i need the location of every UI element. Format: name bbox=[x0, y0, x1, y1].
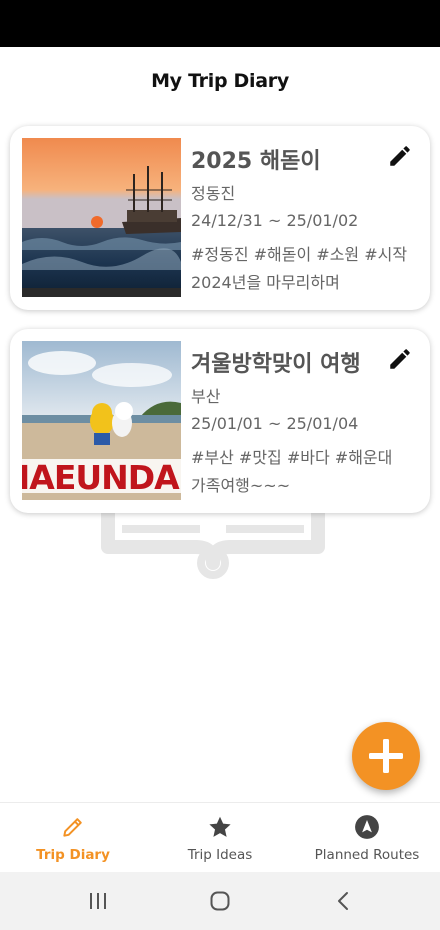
diary-memo: 가족여행~~~ bbox=[191, 476, 291, 495]
page-title: My Trip Diary bbox=[151, 70, 289, 92]
plus-icon bbox=[369, 739, 403, 773]
diary-dates: 25/01/01 ~ 25/01/04 bbox=[191, 414, 359, 433]
diary-photo-haeundae: IAEUNDAE bbox=[22, 341, 181, 500]
add-diary-button[interactable] bbox=[352, 722, 420, 790]
tab-trip-diary[interactable]: Trip Diary bbox=[18, 803, 128, 873]
diary-location: 부산 bbox=[191, 387, 221, 406]
diary-dates: 24/12/31 ~ 25/01/02 bbox=[191, 211, 359, 230]
bottom-navigation: Trip Diary Trip Ideas Planned Routes bbox=[0, 802, 440, 872]
svg-text:IAEUNDAE: IAEUNDAE bbox=[22, 458, 181, 497]
home-icon[interactable] bbox=[208, 889, 232, 913]
pencil-icon bbox=[63, 818, 82, 837]
diary-card[interactable]: IAEUNDAE 겨울방학맞이 여행 부산 25/01/01 ~ 25/01/0… bbox=[10, 329, 430, 513]
diary-title: 겨울방학맞이 여행 bbox=[191, 352, 361, 377]
empty-book-illustration bbox=[101, 511, 325, 579]
diary-title: 2025 해돋이 bbox=[191, 149, 321, 174]
tab-label: Trip Ideas bbox=[187, 847, 253, 863]
tab-label: Trip Diary bbox=[36, 847, 110, 863]
tab-label: Planned Routes bbox=[314, 847, 420, 863]
navigation-icon bbox=[355, 815, 379, 839]
star-icon bbox=[209, 816, 231, 837]
recents-icon[interactable] bbox=[86, 889, 110, 913]
tab-trip-ideas[interactable]: Trip Ideas bbox=[165, 803, 275, 873]
diary-location: 정동진 bbox=[191, 184, 236, 203]
edit-pencil-icon[interactable] bbox=[387, 143, 413, 169]
diary-card[interactable]: 2025 해돋이 정동진 24/12/31 ~ 25/01/02 #정동진 #해… bbox=[10, 126, 430, 310]
back-icon[interactable] bbox=[332, 889, 356, 913]
diary-tags: #정동진 #해돋이 #소원 #시작 bbox=[191, 245, 408, 264]
diary-tags: #부산 #맛집 #바다 #해운대 bbox=[191, 448, 393, 467]
diary-memo: 2024년을 마무리하며 bbox=[191, 273, 340, 292]
system-navigation-bar bbox=[0, 872, 440, 930]
diary-photo-sunrise bbox=[22, 138, 181, 297]
tab-planned-routes[interactable]: Planned Routes bbox=[300, 803, 434, 873]
status-bar bbox=[0, 0, 440, 47]
edit-pencil-icon[interactable] bbox=[387, 346, 413, 372]
